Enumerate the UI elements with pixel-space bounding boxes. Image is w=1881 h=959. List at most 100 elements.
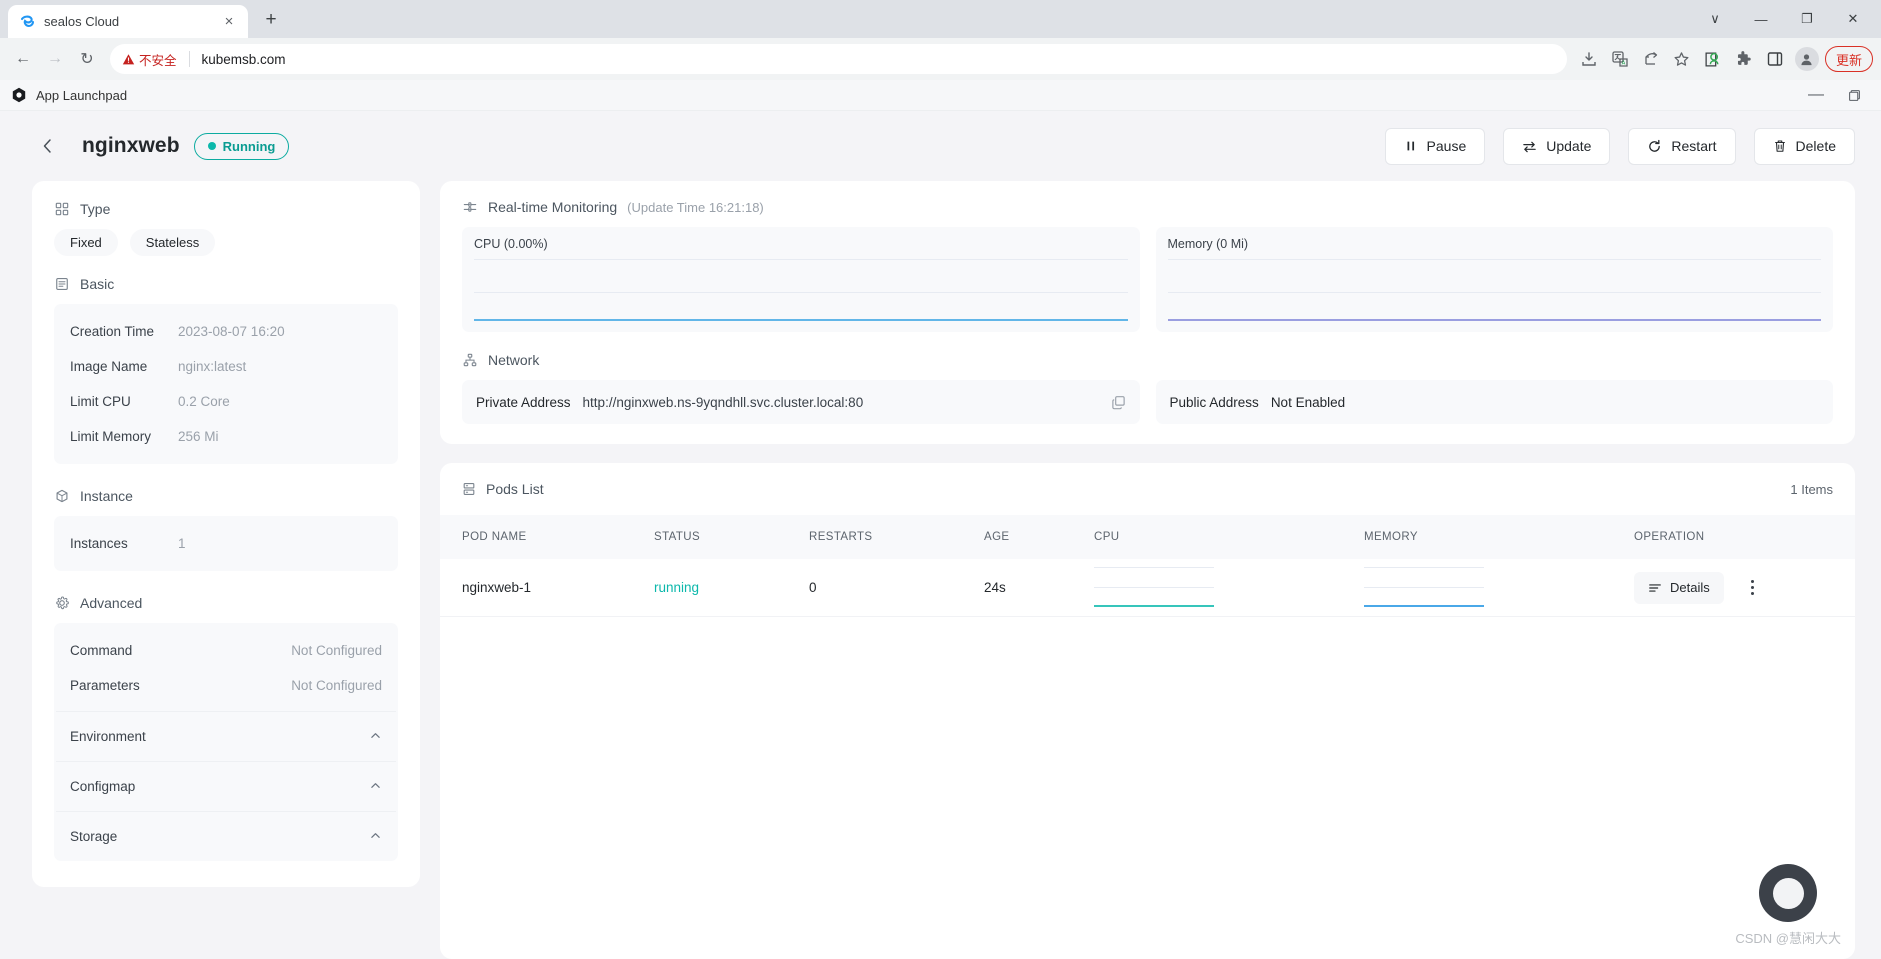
chevron-up-icon[interactable]	[369, 729, 382, 745]
new-tab-button[interactable]: +	[254, 3, 288, 37]
window-maximize-button[interactable]: ❐	[1785, 4, 1829, 34]
type-section-title: Type	[54, 201, 398, 217]
update-button[interactable]: 更新	[1824, 46, 1873, 72]
restart-button[interactable]: Restart	[1628, 127, 1736, 165]
basic-value: nginx:latest	[178, 359, 247, 374]
pause-button-label: Pause	[1426, 138, 1467, 154]
pods-table-header: POD NAME STATUS RESTARTS AGE CPU MEMORY …	[440, 515, 1855, 559]
gridline	[1094, 586, 1214, 588]
chevron-up-icon[interactable]	[369, 829, 382, 845]
instance-row-instances: Instances 1	[56, 526, 396, 561]
basic-value: 2023-08-07 16:20	[178, 324, 285, 339]
details-sidebar: Type Fixed Stateless Basic Creation Time…	[32, 181, 420, 887]
app-maximize-button[interactable]	[1837, 83, 1871, 107]
close-icon[interactable]: ×	[220, 13, 238, 31]
bookmark-star-icon[interactable]	[1668, 45, 1696, 73]
chevron-left-icon[interactable]	[32, 130, 64, 162]
type-section-label: Type	[80, 201, 111, 217]
translate-icon[interactable]: A	[1606, 45, 1634, 73]
basic-info-box: Creation Time 2023-08-07 16:20 Image Nam…	[54, 304, 398, 464]
collapsible-configmap[interactable]: Configmap	[56, 761, 396, 811]
memory-chart: Memory (0 Mi)	[1155, 227, 1833, 332]
page-header: nginxweb Running Pause Update Restart De…	[0, 111, 1881, 181]
cube-icon	[54, 488, 70, 504]
content-area: Type Fixed Stateless Basic Creation Time…	[0, 181, 1881, 959]
details-button-label: Details	[1670, 580, 1710, 595]
app-titlebar: App Launchpad —	[0, 80, 1881, 111]
collapsible-storage[interactable]: Storage	[56, 811, 396, 861]
page-title: nginxweb	[82, 134, 180, 157]
restart-button-label: Restart	[1671, 138, 1717, 154]
reload-icon[interactable]: ↻	[72, 44, 102, 74]
not-secure-label: 不安全	[139, 53, 177, 68]
monitor-icon	[462, 199, 478, 215]
collapsible-label: Configmap	[70, 779, 136, 794]
network-icon	[462, 352, 478, 368]
gridline	[1364, 566, 1484, 568]
pause-icon	[1407, 141, 1414, 151]
update-button-label: Update	[1546, 138, 1592, 154]
omnibox-divider	[188, 51, 190, 67]
gridline	[1364, 586, 1484, 588]
more-vertical-icon[interactable]	[1742, 580, 1764, 595]
basic-value: 0.2 Core	[178, 394, 230, 409]
delete-button[interactable]: Delete	[1753, 127, 1855, 165]
status-dot-icon	[207, 142, 216, 150]
list-icon	[462, 482, 476, 496]
trash-icon	[1774, 140, 1785, 152]
basic-section-title: Basic	[54, 276, 398, 292]
browser-tab-strip: sealos Cloud × + ∨ — ❐ ✕	[0, 0, 1881, 38]
forward-icon[interactable]: →	[40, 44, 70, 74]
cell-status: running	[654, 580, 700, 595]
basic-row-limit-cpu: Limit CPU 0.2 Core	[56, 384, 396, 419]
profile-badge-icon[interactable]	[1699, 45, 1727, 73]
cell-age: 24s	[984, 580, 1006, 595]
browser-tab[interactable]: sealos Cloud ×	[8, 5, 248, 38]
side-panel-icon[interactable]	[1761, 45, 1789, 73]
network-title: Network	[462, 352, 1833, 368]
basic-row-creation-time: Creation Time 2023-08-07 16:20	[56, 314, 396, 349]
address-bar[interactable]: 不安全 kubemsb.com	[110, 44, 1567, 74]
tab-search-button[interactable]: ∨	[1693, 4, 1737, 34]
copy-icon[interactable]	[1111, 395, 1126, 410]
basic-section-label: Basic	[80, 276, 115, 292]
column-header-status: STATUS	[654, 531, 701, 543]
table-row[interactable]: nginxweb-1 running 0 24s Details	[440, 559, 1855, 617]
column-header-cpu: CPU	[1094, 531, 1120, 543]
details-button[interactable]: Details	[1634, 571, 1724, 604]
update-button[interactable]: Update	[1503, 127, 1611, 165]
extensions-puzzle-icon[interactable]	[1730, 45, 1758, 73]
basic-row-image-name: Image Name nginx:latest	[56, 349, 396, 384]
collapsible-environment[interactable]: Environment	[56, 711, 396, 761]
app-minimize-button[interactable]: —	[1799, 83, 1833, 107]
window-close-button[interactable]: ✕	[1831, 4, 1875, 34]
main-panel: Real-time Monitoring (Update Time 16:21:…	[440, 181, 1855, 959]
cpu-chart: CPU (0.00%)	[462, 227, 1140, 332]
pods-list-header: Pods List 1 Items	[440, 463, 1855, 515]
window-minimize-button[interactable]: —	[1739, 4, 1783, 34]
app-name-label: App Launchpad	[36, 87, 128, 103]
app-body: nginxweb Running Pause Update Restart De…	[0, 111, 1881, 959]
delete-button-label: Delete	[1795, 138, 1836, 154]
instance-section-title: Instance	[54, 488, 398, 504]
pods-table: POD NAME STATUS RESTARTS AGE CPU MEMORY …	[440, 515, 1855, 617]
cpu-sparkline	[1094, 566, 1214, 609]
not-secure-indicator[interactable]: 不安全	[122, 50, 177, 69]
advanced-row-parameters: Parameters Not Configured	[56, 668, 396, 703]
type-chip-fixed[interactable]: Fixed	[54, 229, 118, 256]
advanced-value: Not Configured	[291, 643, 382, 658]
svg-text:A: A	[1622, 61, 1626, 67]
type-chip-stateless[interactable]: Stateless	[129, 229, 216, 256]
memory-chart-label: Memory (0 Mi)	[1167, 237, 1249, 251]
monitoring-label: Real-time Monitoring	[488, 199, 618, 215]
chevron-up-icon[interactable]	[369, 779, 382, 795]
basic-key: Image Name	[70, 359, 148, 374]
basic-row-limit-memory: Limit Memory 256 Mi	[56, 419, 396, 454]
share-icon[interactable]	[1637, 45, 1665, 73]
basic-key: Creation Time	[70, 324, 155, 339]
pause-button[interactable]: Pause	[1384, 127, 1486, 165]
column-header-memory: MEMORY	[1364, 531, 1418, 543]
avatar[interactable]	[1794, 47, 1819, 71]
install-icon[interactable]	[1575, 45, 1603, 73]
back-icon[interactable]: ←	[8, 44, 38, 74]
